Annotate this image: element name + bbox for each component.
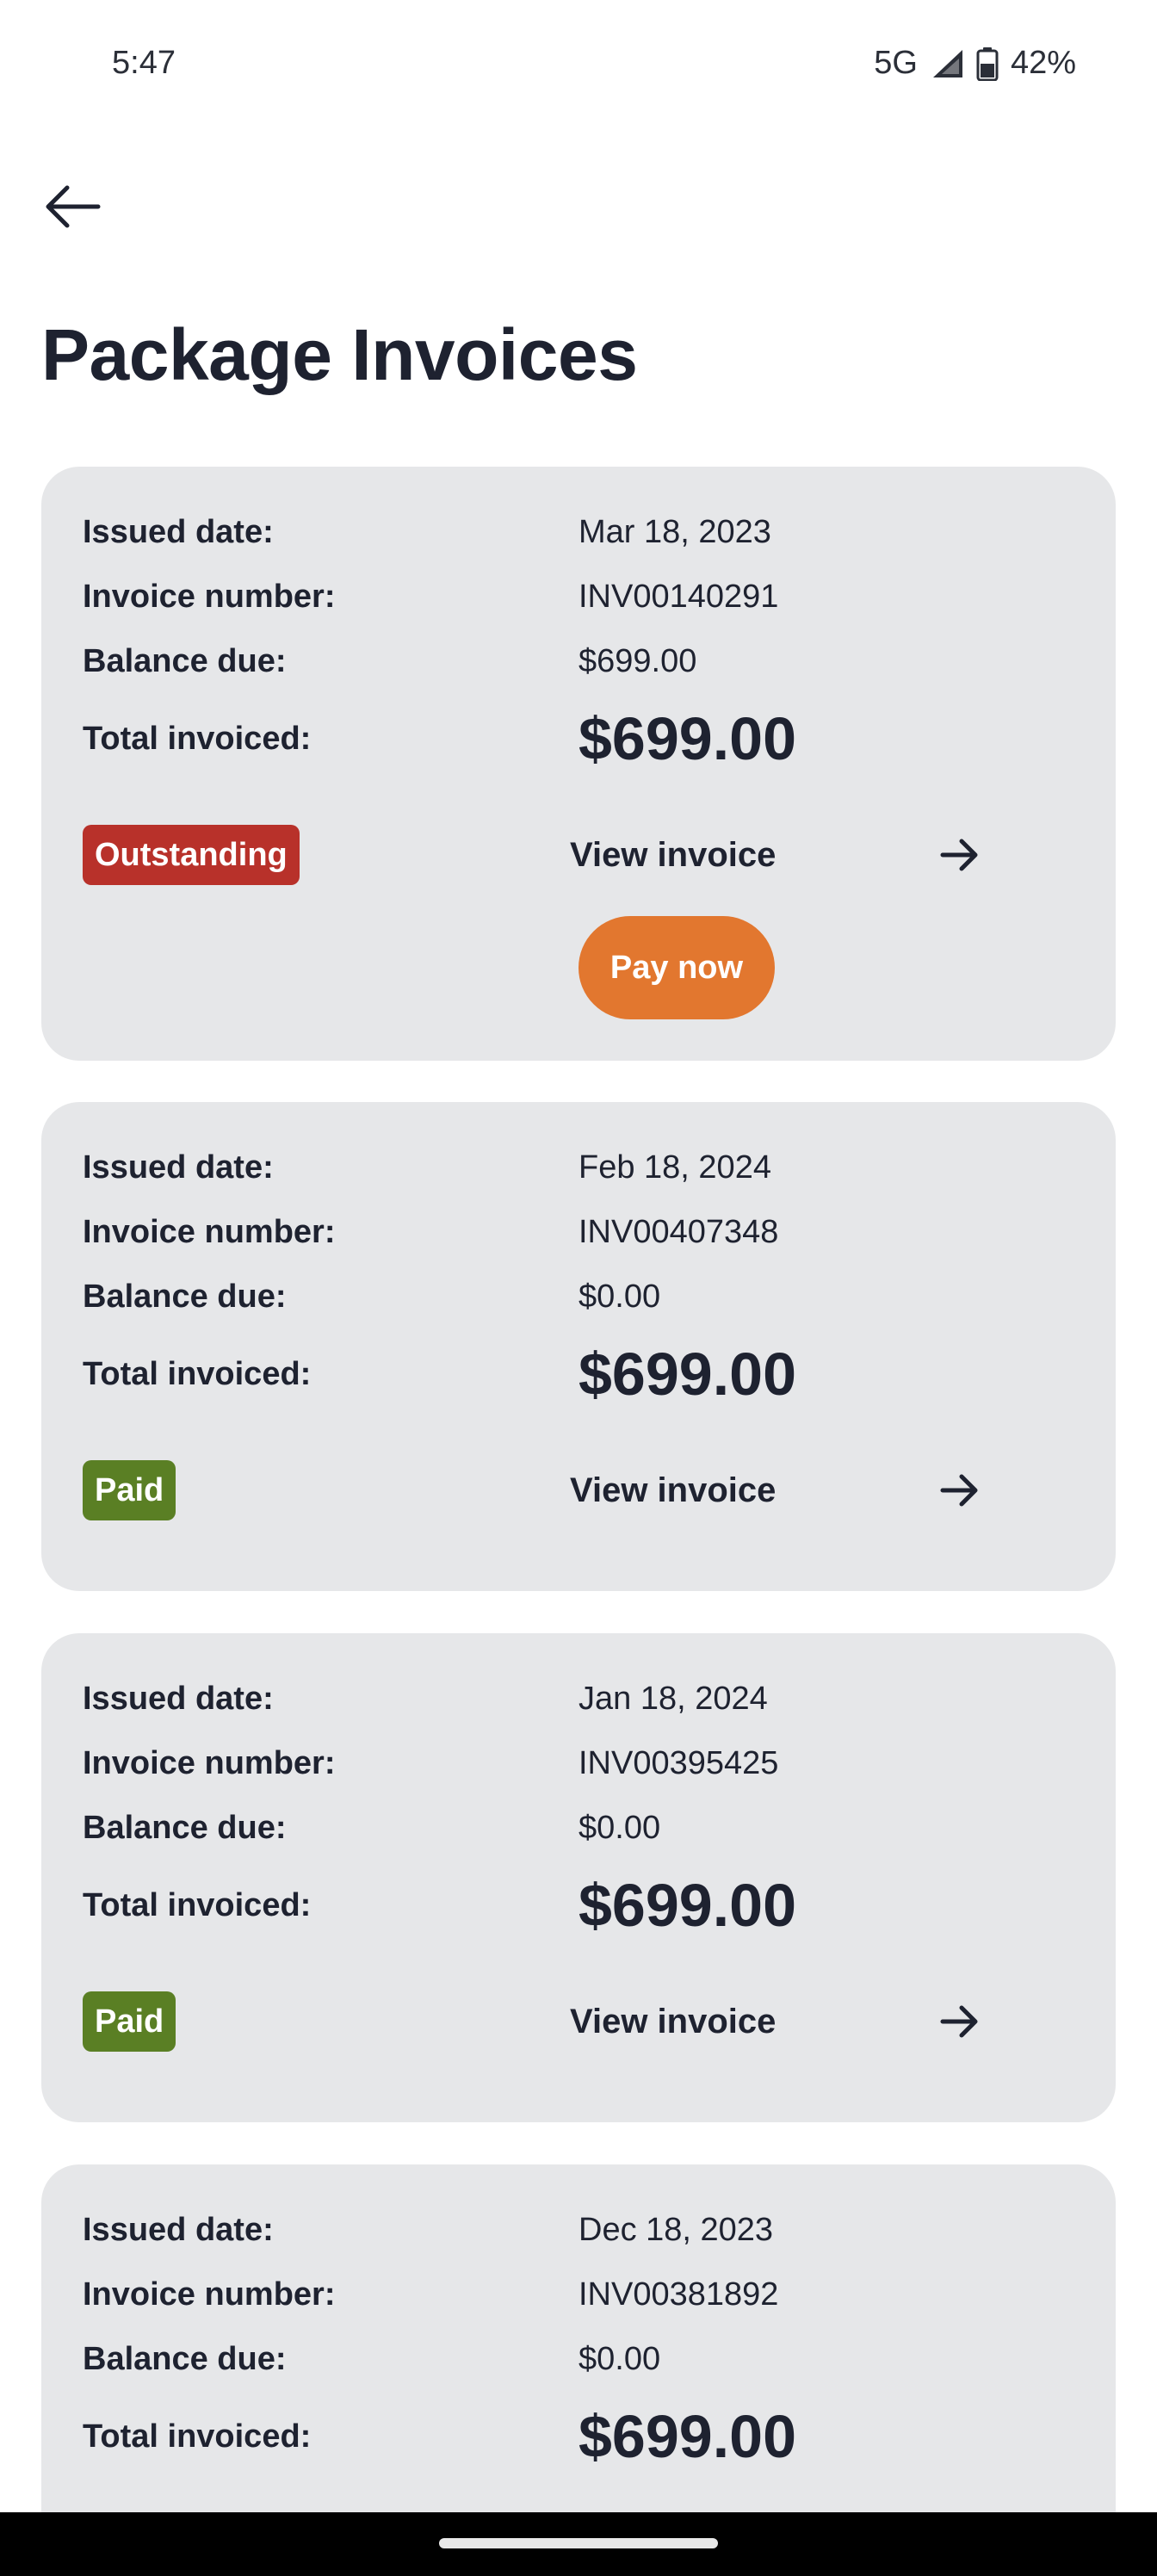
- system-nav-bar: [0, 2512, 1157, 2576]
- invoice-number-value: INV00381892: [578, 2276, 779, 2313]
- issued-date-label: Issued date:: [83, 1149, 274, 1186]
- issued-date-value: Jan 18, 2024: [578, 1681, 768, 1717]
- total-invoiced-row: Total invoiced: $699.00: [83, 705, 1074, 772]
- status-icons: 5G 42%: [874, 45, 1076, 82]
- issued-date-label: Issued date:: [83, 1681, 274, 1717]
- battery-icon: [976, 46, 999, 81]
- invoice-number-row: Invoice number: INV00407348: [83, 1206, 1074, 1258]
- back-button[interactable]: [34, 169, 110, 245]
- balance-due-value: $0.00: [578, 1810, 661, 1846]
- balance-due-value: $0.00: [578, 2341, 661, 2377]
- total-invoiced-row: Total invoiced: $699.00: [83, 1872, 1074, 1939]
- invoice-card: Issued date: Jan 18, 2024 Invoice number…: [41, 1633, 1116, 2122]
- pay-now-button[interactable]: Pay now: [578, 916, 775, 1019]
- total-invoiced-label: Total invoiced:: [83, 1887, 312, 1923]
- invoice-number-value: INV00140291: [578, 579, 779, 615]
- issued-date-row: Issued date: Mar 18, 2023: [83, 506, 1074, 558]
- issued-date-value: Feb 18, 2024: [578, 1149, 771, 1186]
- balance-due-row: Balance due: $0.00: [83, 2333, 1074, 2385]
- total-invoiced-value: $699.00: [578, 1341, 797, 1408]
- status-bar: 5:47 5G 42%: [0, 0, 1157, 129]
- invoice-number-value: INV00407348: [578, 1214, 779, 1250]
- total-invoiced-value: $699.00: [578, 1872, 797, 1939]
- arrow-left-icon: [46, 185, 101, 228]
- status-time: 5:47: [112, 45, 176, 81]
- battery-percent: 42%: [1010, 45, 1076, 81]
- issued-date-row: Issued date: Feb 18, 2024: [83, 1142, 1074, 1193]
- invoice-number-row: Invoice number: INV00381892: [83, 2269, 1074, 2320]
- total-invoiced-row: Total invoiced: $699.00: [83, 2403, 1074, 2470]
- total-invoiced-label: Total invoiced:: [83, 1356, 312, 1392]
- invoice-number-label: Invoice number:: [83, 1745, 336, 1781]
- total-invoiced-value: $699.00: [578, 2403, 797, 2470]
- balance-due-label: Balance due:: [83, 1279, 287, 1315]
- view-invoice-link[interactable]: View invoice: [570, 825, 776, 885]
- screen: 5:47 5G 42% Package Invoices Issued date…: [0, 0, 1157, 2576]
- balance-due-value: $699.00: [578, 643, 697, 679]
- invoice-number-value: INV00395425: [578, 1745, 779, 1781]
- view-invoice-link[interactable]: View invoice: [570, 1460, 776, 1520]
- status-badge: Paid: [83, 1460, 176, 1520]
- issued-date-value: Dec 18, 2023: [578, 2212, 774, 2248]
- invoice-number-label: Invoice number:: [83, 1214, 336, 1250]
- balance-due-row: Balance due: $699.00: [83, 635, 1074, 687]
- signal-icon: [930, 46, 964, 81]
- balance-due-row: Balance due: $0.00: [83, 1802, 1074, 1854]
- invoice-number-label: Invoice number:: [83, 579, 336, 615]
- balance-due-row: Balance due: $0.00: [83, 1271, 1074, 1322]
- total-invoiced-label: Total invoiced:: [83, 721, 312, 757]
- status-badge: Outstanding: [83, 825, 300, 885]
- invoice-number-row: Invoice number: INV00140291: [83, 571, 1074, 622]
- total-invoiced-row: Total invoiced: $699.00: [83, 1341, 1074, 1408]
- issued-date-row: Issued date: Dec 18, 2023: [83, 2204, 1074, 2256]
- total-invoiced-label: Total invoiced:: [83, 2418, 312, 2455]
- view-invoice-link[interactable]: View invoice: [570, 1991, 776, 2052]
- issued-date-value: Mar 18, 2023: [578, 514, 771, 550]
- balance-due-value: $0.00: [578, 1279, 661, 1315]
- balance-due-label: Balance due:: [83, 2341, 287, 2377]
- arrow-right-icon[interactable]: [930, 825, 990, 885]
- total-invoiced-value: $699.00: [578, 705, 797, 772]
- page-title: Package Invoices: [41, 314, 638, 395]
- issued-date-label: Issued date:: [83, 2212, 274, 2248]
- issued-date-label: Issued date:: [83, 514, 274, 550]
- home-handle[interactable]: [439, 2538, 718, 2548]
- arrow-right-icon[interactable]: [930, 1991, 990, 2052]
- arrow-right-icon[interactable]: [930, 1460, 990, 1520]
- invoice-number-label: Invoice number:: [83, 2276, 336, 2313]
- status-badge: Paid: [83, 1991, 176, 2052]
- balance-due-label: Balance due:: [83, 643, 287, 679]
- balance-due-label: Balance due:: [83, 1810, 287, 1846]
- network-type: 5G: [874, 45, 918, 81]
- issued-date-row: Issued date: Jan 18, 2024: [83, 1673, 1074, 1725]
- invoice-number-row: Invoice number: INV00395425: [83, 1737, 1074, 1789]
- invoice-card: Issued date: Feb 18, 2024 Invoice number…: [41, 1102, 1116, 1591]
- invoice-card: Issued date: Mar 18, 2023 Invoice number…: [41, 467, 1116, 1061]
